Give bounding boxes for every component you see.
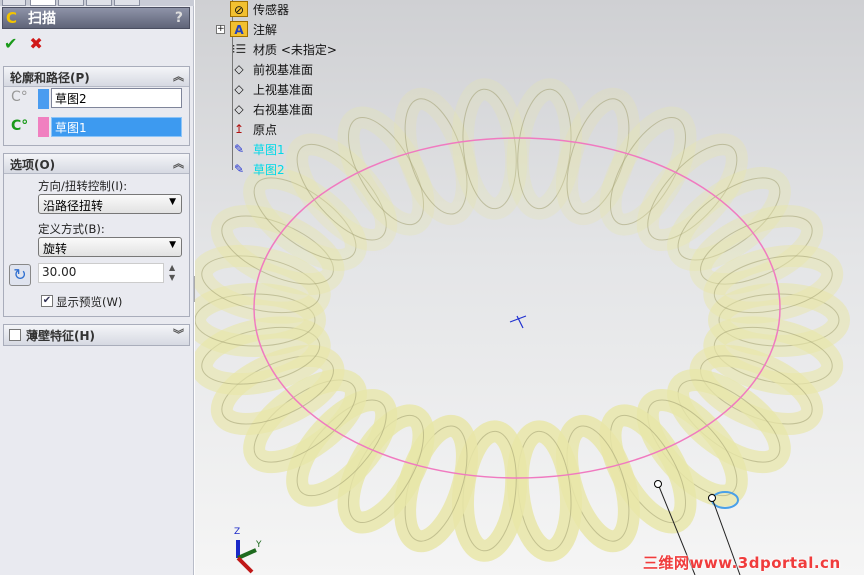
rotate-direction-icon[interactable]: ↻ xyxy=(9,264,31,286)
dropdown-arrow-icon: ▼ xyxy=(169,197,176,207)
property-manager: C 扫描 ? ✔ ✖ 轮廓和路径(P) ︽ C° 草图2 C° 草图1 选项(O)… xyxy=(0,0,202,575)
orientation-select[interactable]: 沿路径扭转 ▼ xyxy=(38,194,182,214)
manager-tabs[interactable] xyxy=(0,0,194,6)
group-title: 选项(O) xyxy=(10,158,56,172)
profile-endpoint xyxy=(708,494,716,502)
tree-item-sketch2[interactable]: ✎ 草图2 xyxy=(212,159,285,179)
sketch-icon: ✎ xyxy=(233,142,245,156)
tree-item-front-plane[interactable]: ◇ 前视基准面 xyxy=(212,59,313,79)
selected-value: 沿路径扭转 xyxy=(43,199,104,213)
group-title: 薄壁特征(H) xyxy=(26,329,96,343)
z-axis-label: Z xyxy=(234,527,241,537)
tree-label: 材质 <未指定> xyxy=(253,42,337,57)
tree-label: 右视基准面 xyxy=(253,102,314,117)
preview-checkbox[interactable]: ✔ xyxy=(41,295,53,307)
profile-color-swatch xyxy=(38,89,49,109)
angle-spinner[interactable]: ▲ ▼ xyxy=(169,263,175,283)
sensor-folder-icon: ⊘ xyxy=(230,1,248,17)
tree-label: 草图2 xyxy=(253,162,285,177)
checkmark-icon[interactable]: ✔ xyxy=(4,34,17,53)
tree-item-sketch1[interactable]: ✎ 草图1 xyxy=(212,139,285,159)
plane-icon: ◇ xyxy=(234,102,244,116)
collapse-icon[interactable]: ︽ xyxy=(173,155,184,171)
tree-label: 注解 xyxy=(253,22,278,37)
preview-label: 显示预览(W) xyxy=(56,295,123,309)
tree-item-origin[interactable]: ↥ 原点 xyxy=(212,119,277,139)
dropdown-arrow-icon: ▼ xyxy=(169,240,176,250)
path-endpoint xyxy=(654,480,662,488)
define-label: 定义方式(B): xyxy=(38,222,105,236)
tree-label: 前视基准面 xyxy=(253,62,314,77)
plane-icon: ◇ xyxy=(234,82,244,96)
collapse-icon[interactable]: ︽ xyxy=(173,68,184,84)
tree-item-sensors[interactable]: ⊘ 传感器 xyxy=(212,0,289,19)
y-axis xyxy=(237,548,257,560)
tree-label: 草图1 xyxy=(253,142,285,157)
annotation-folder-icon: A xyxy=(230,21,248,37)
tree-label: 上视基准面 xyxy=(253,82,314,97)
expand-icon[interactable]: + xyxy=(216,24,225,34)
tree-label: 原点 xyxy=(253,122,278,137)
plane-icon: ◇ xyxy=(234,62,244,76)
tree-item-annotations[interactable]: + A 注解 xyxy=(212,19,277,39)
help-button[interactable]: ? xyxy=(175,10,183,26)
sketch-icon: ✎ xyxy=(233,162,245,176)
group-title: 轮廓和路径(P) xyxy=(10,71,90,85)
tree-item-top-plane[interactable]: ◇ 上视基准面 xyxy=(212,79,313,99)
thin-feature-group: 薄壁特征(H) ︾ xyxy=(3,324,190,346)
group-header[interactable]: 薄壁特征(H) ︾ xyxy=(4,325,189,345)
selected-value: 旋转 xyxy=(43,242,68,256)
group-header[interactable]: 选项(O) ︽ xyxy=(4,154,189,174)
feature-title-bar: C 扫描 ? xyxy=(2,7,190,29)
angle-input[interactable]: 30.00 xyxy=(38,263,164,283)
y-axis-label: Y xyxy=(256,540,262,550)
orientation-label: 方向/扭转控制(I): xyxy=(38,179,128,193)
watermark: 三维网www.3dportal.cn xyxy=(643,554,841,572)
thin-feature-checkbox[interactable] xyxy=(9,329,21,341)
tree-label: 传感器 xyxy=(253,2,290,17)
material-icon: ⁝☰ xyxy=(231,42,247,56)
define-select[interactable]: 旋转 ▼ xyxy=(38,237,182,257)
path-field[interactable]: 草图1 xyxy=(51,117,182,137)
profile-icon: C° xyxy=(11,89,28,105)
tree-item-right-plane[interactable]: ◇ 右视基准面 xyxy=(212,99,313,119)
feature-title: 扫描 xyxy=(28,11,56,27)
x-icon[interactable]: ✖ xyxy=(29,34,42,53)
tree-item-material[interactable]: ⁝☰ 材质 <未指定> xyxy=(212,39,337,59)
view-triad: Z Y xyxy=(228,527,278,575)
origin-marker xyxy=(509,315,527,329)
group-header[interactable]: 轮廓和路径(P) ︽ xyxy=(4,67,189,87)
origin-icon: ↥ xyxy=(233,122,245,136)
path-icon: C° xyxy=(11,118,29,134)
profile-field[interactable]: 草图2 xyxy=(51,88,182,108)
profile-path-group: 轮廓和路径(P) ︽ C° 草图2 C° 草图1 xyxy=(3,66,190,146)
sweep-icon: C xyxy=(6,9,18,27)
x-axis xyxy=(236,556,254,574)
path-color-swatch xyxy=(38,117,49,137)
options-group: 选项(O) ︽ 方向/扭转控制(I): 沿路径扭转 ▼ 定义方式(B): 旋转 ▼ ↻… xyxy=(3,153,190,317)
expand-icon[interactable]: ︾ xyxy=(173,326,184,342)
